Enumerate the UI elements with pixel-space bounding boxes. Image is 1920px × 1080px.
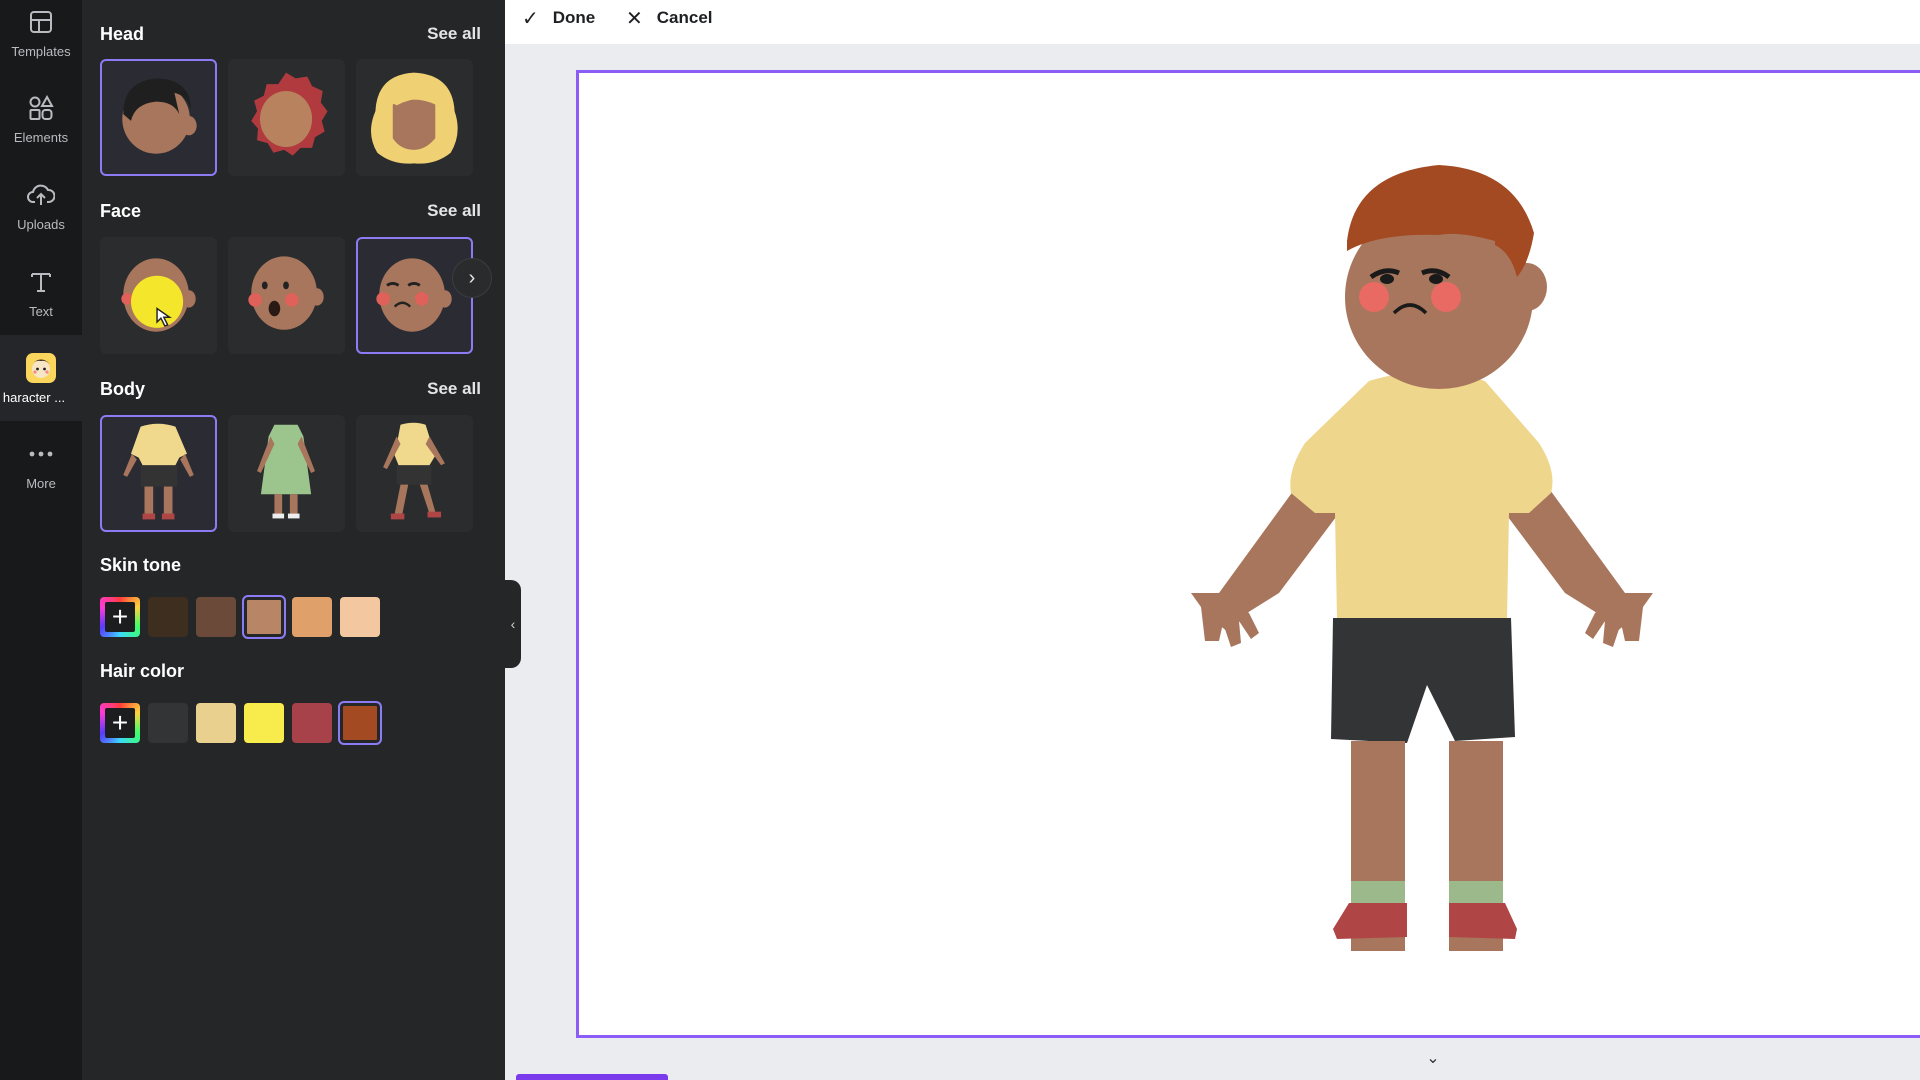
body-walking-thumbnail [383,422,445,520]
body-section-title: Body [100,379,145,399]
text-icon [25,266,57,298]
rail-label: Uploads [17,216,65,232]
hair-color-section-title: Hair color [100,661,185,681]
top-bar: ✓ Done ✕ Cancel [505,0,1920,44]
rail-item-character[interactable]: haracter ... [0,335,82,421]
rail-item-templates[interactable]: Templates [0,0,82,72]
page-tab-indicator[interactable] [516,1074,668,1080]
skin-tone-swatch-dark[interactable] [148,597,188,637]
face-next-button[interactable]: › [452,258,492,298]
close-icon: ✕ [626,7,643,30]
rail-label: Templates [11,43,71,59]
hair-color-swatch-yellow[interactable] [244,703,284,743]
head-short-hair-thumbnail [122,78,197,154]
design-canvas[interactable] [576,70,1920,1038]
cancel-label: Cancel [656,8,713,27]
face-option-surprised[interactable] [228,237,345,354]
cancel-button[interactable]: ✕ Cancel [626,0,713,36]
rail-item-text[interactable]: Text [0,252,82,332]
elements-icon [25,92,57,124]
skin-tone-swatch-brown[interactable] [196,597,236,637]
rail-label: Elements [13,129,69,145]
character-panel: Head See all Face See all Body See all S… [82,0,505,1080]
more-dots-icon [25,438,57,470]
skin-tone-custom-color-button[interactable]: + [100,597,140,637]
hair-color-swatch-blonde[interactable] [196,703,236,743]
upload-cloud-icon [25,179,57,211]
plus-icon: + [105,602,135,632]
check-icon: ✓ [522,7,539,30]
plus-icon: + [105,708,135,738]
done-button[interactable]: ✓ Done [522,0,595,36]
skin-tone-section-title: Skin tone [100,555,182,575]
body-option-dress[interactable] [228,415,345,532]
head-long-blonde-hair-thumbnail [370,72,458,164]
chevron-down-icon[interactable]: ⌄ [1408,1048,1458,1067]
face-see-all-link[interactable]: See all [427,201,481,221]
head-see-all-link[interactable]: See all [427,24,481,44]
head-section-title: Head [100,24,145,44]
head-option-curly-hair[interactable] [228,59,345,176]
rail-item-elements[interactable]: Elements [0,78,82,158]
chevron-right-icon: › [468,266,476,289]
face-sad-thumbnail [376,258,452,332]
face-option-sad[interactable] [356,237,473,354]
done-label: Done [552,8,596,27]
chevron-left-icon: ‹ [510,616,516,632]
hair-color-swatch-red[interactable] [292,703,332,743]
body-see-all-link[interactable]: See all [427,379,481,399]
face-surprised-thumbnail [248,256,324,330]
hair-color-custom-color-button[interactable]: + [100,703,140,743]
face-neutral-thumbnail [121,258,196,332]
head-option-short-hair[interactable] [100,59,217,176]
body-option-tshirt-shorts[interactable] [100,415,217,532]
face-option-neutral[interactable] [100,237,217,354]
skin-tone-swatch-tan[interactable] [292,597,332,637]
hair-color-swatch-auburn[interactable] [338,701,382,745]
rail-label: Text [29,303,53,319]
rail-label: haracter ... [2,389,66,405]
character-icon [25,352,57,384]
rail-item-uploads[interactable]: Uploads [0,165,82,245]
templates-icon [25,6,57,38]
skin-tone-swatch-medium[interactable] [242,595,286,639]
rail-label: More [26,475,56,491]
character-illustration[interactable] [579,73,1920,1041]
rail-item-more[interactable]: More [0,424,82,504]
left-rail: Templates Elements Uploads Text haracter… [0,0,82,1080]
collapse-panel-button[interactable]: ‹ [505,580,521,668]
body-tshirt-shorts-thumbnail [123,423,194,520]
body-option-walking[interactable] [356,415,473,532]
skin-tone-swatch-light[interactable] [340,597,380,637]
body-dress-thumbnail [257,424,315,519]
face-section-title: Face [100,201,142,221]
hair-color-swatch-black[interactable] [148,703,188,743]
head-curly-hair-thumbnail [251,72,328,156]
head-option-long-blonde-hair[interactable] [356,59,473,176]
